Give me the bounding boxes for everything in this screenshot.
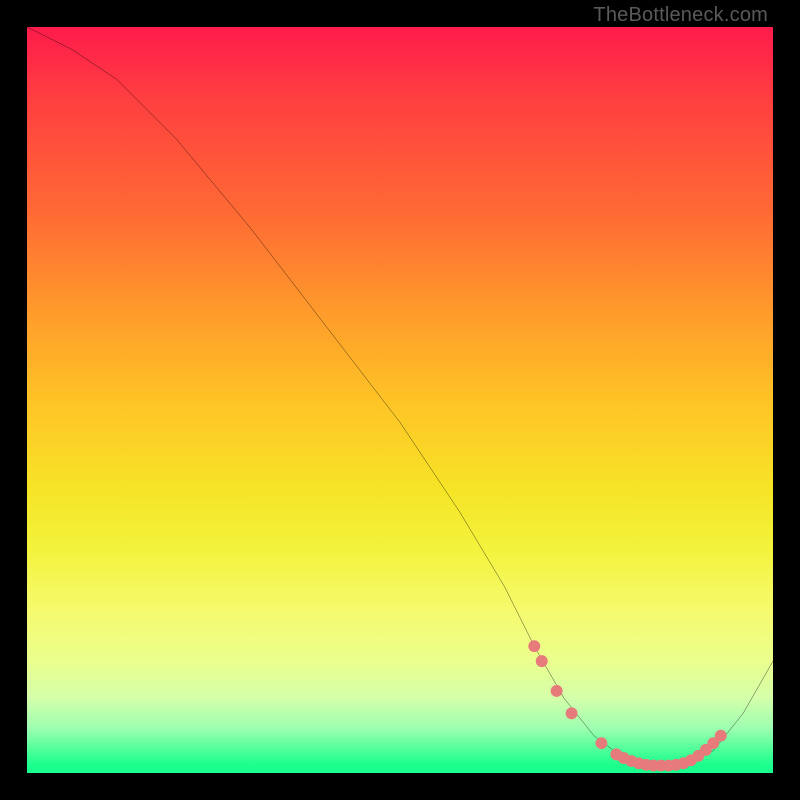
- marker-dot: [595, 737, 607, 749]
- attribution-label: TheBottleneck.com: [593, 4, 768, 27]
- marker-dot: [528, 640, 540, 652]
- marker-dot: [536, 655, 548, 667]
- main-curve: [27, 27, 773, 766]
- plot-area: [27, 27, 773, 773]
- chart-frame: TheBottleneck.com: [0, 0, 800, 800]
- curve-layer: [27, 27, 773, 773]
- marker-dot: [551, 685, 563, 697]
- marker-dot: [566, 707, 578, 719]
- marker-group: [528, 640, 726, 771]
- marker-dot: [715, 730, 727, 742]
